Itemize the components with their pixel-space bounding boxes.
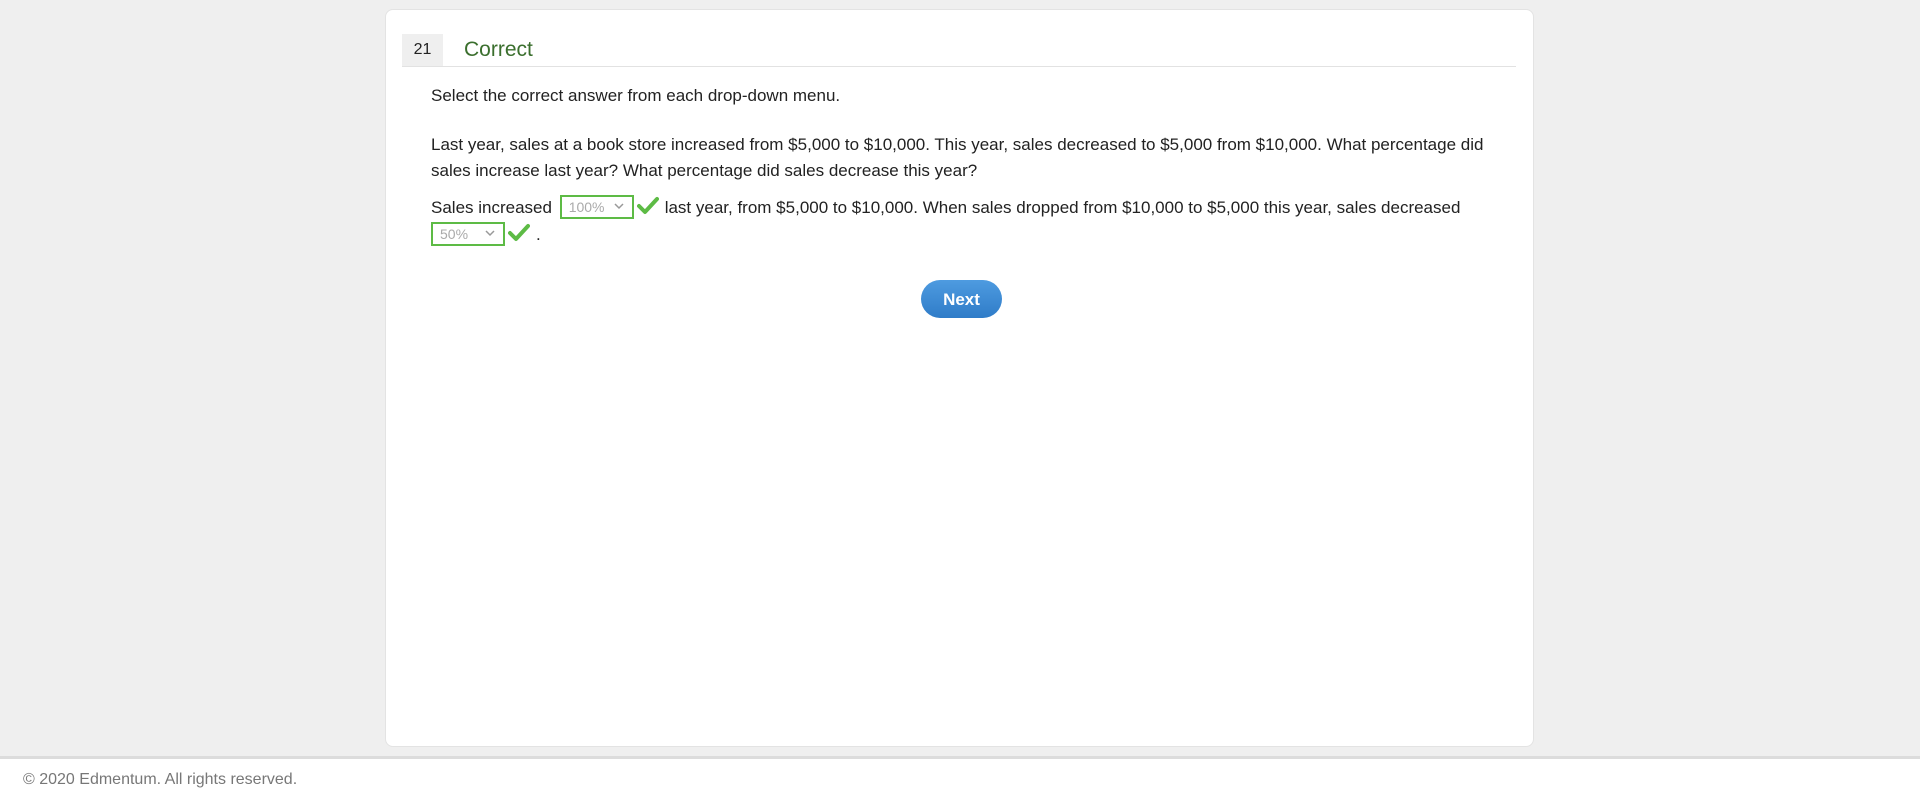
question-card: 21 Correct Select the correct answer fro… xyxy=(385,9,1534,747)
percent-increase-dropdown[interactable]: 100% xyxy=(559,195,634,220)
answer-suffix: . xyxy=(536,225,541,244)
copyright-text: © 2020 Edmentum. All rights reserved. xyxy=(23,771,298,788)
chevron-down-icon xyxy=(614,203,624,210)
dropdown-value: 50% xyxy=(440,226,469,243)
percent-decrease-dropdown[interactable]: 50% xyxy=(431,222,505,247)
answer-prefix: Sales increased xyxy=(431,198,552,217)
question-instructions: Select the correct answer from each drop… xyxy=(431,86,841,105)
footer: © 2020 Edmentum. All rights reserved. xyxy=(0,756,1920,802)
next-button[interactable]: Next xyxy=(921,280,1002,318)
chevron-down-icon xyxy=(485,230,495,237)
question-header: 21 Correct xyxy=(402,34,1516,67)
answer-line-2: 50% . xyxy=(431,222,541,248)
answer-status: Correct xyxy=(464,38,533,61)
check-icon xyxy=(636,196,659,214)
answer-line-1: Sales increased 100% last year, from $5,… xyxy=(431,195,1460,221)
question-number: 21 xyxy=(402,34,443,66)
check-icon xyxy=(508,223,530,241)
dropdown-value: 100% xyxy=(568,199,605,216)
question-text: Last year, sales at a book store increas… xyxy=(431,135,1484,180)
answer-middle: last year, from $5,000 to $10,000. When … xyxy=(664,198,1461,217)
